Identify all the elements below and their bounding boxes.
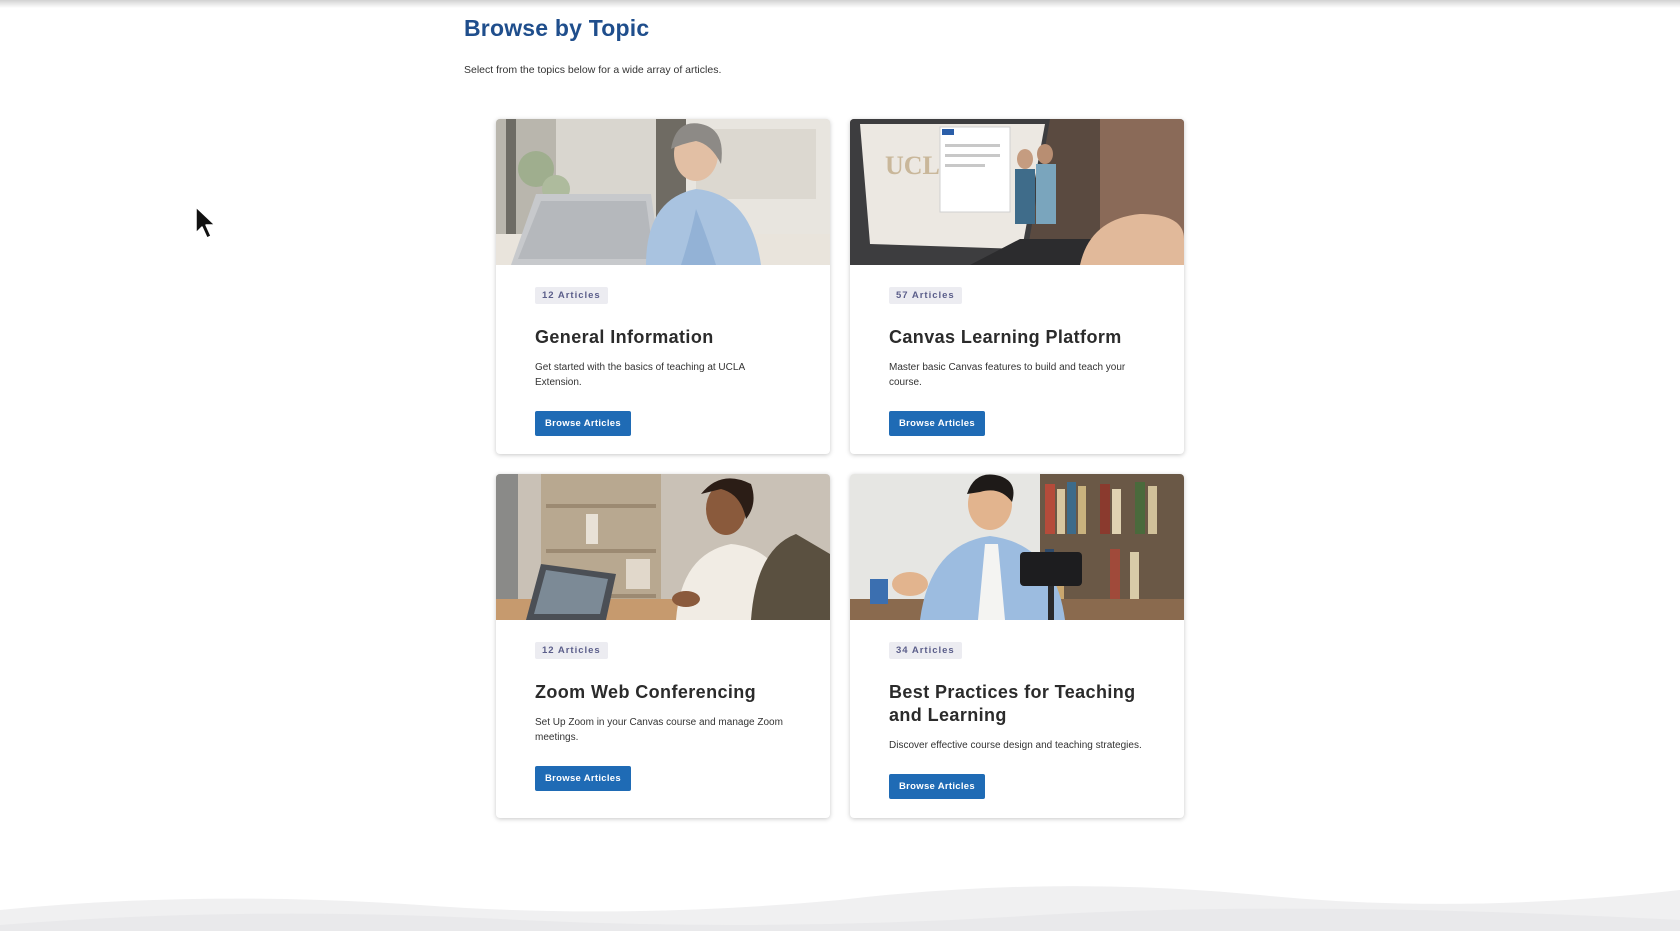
card-image-woman-laptop bbox=[496, 119, 830, 265]
topic-card-best-practices[interactable]: 34 Articles Best Practices for Teaching … bbox=[850, 474, 1184, 818]
card-description: Master basic Canvas features to build an… bbox=[889, 362, 1126, 388]
card-description: Discover effective course design and tea… bbox=[889, 740, 1142, 751]
card-image-woman-headset bbox=[496, 474, 830, 620]
card-title[interactable]: Canvas Learning Platform bbox=[889, 326, 1145, 349]
topic-card-general-information[interactable]: 12 Articles General Information Get star… bbox=[496, 119, 830, 454]
mouse-cursor-icon bbox=[195, 206, 216, 239]
card-title[interactable]: General Information bbox=[535, 326, 791, 349]
card-description: Set Up Zoom in your Canvas course and ma… bbox=[535, 717, 783, 743]
footer-waves bbox=[0, 886, 1680, 931]
browse-articles-button[interactable]: Browse Articles bbox=[535, 766, 631, 791]
topic-card-zoom-web-conferencing[interactable]: 12 Articles Zoom Web Conferencing Set Up… bbox=[496, 474, 830, 818]
browse-articles-button[interactable]: Browse Articles bbox=[889, 411, 985, 436]
page-title: Browse by Topic bbox=[464, 15, 650, 41]
card-title[interactable]: Best Practices for Teaching and Learning bbox=[889, 681, 1145, 727]
card-title[interactable]: Zoom Web Conferencing bbox=[535, 681, 791, 704]
topic-card-canvas-learning-platform[interactable]: UCLA 57 Articles Canvas Learning Platfor… bbox=[850, 119, 1184, 454]
article-count-badge: 12 Articles bbox=[535, 287, 608, 304]
article-count-badge: 57 Articles bbox=[889, 287, 962, 304]
article-count-badge: 34 Articles bbox=[889, 642, 962, 659]
article-count-badge: 12 Articles bbox=[535, 642, 608, 659]
card-image-man-teaching bbox=[850, 474, 1184, 620]
page-subtitle: Select from the topics below for a wide … bbox=[464, 64, 722, 76]
card-description: Get started with the basics of teaching … bbox=[535, 362, 745, 388]
browse-page: Browse by Topic Select from the topics b… bbox=[0, 0, 1680, 931]
browse-articles-button[interactable]: Browse Articles bbox=[535, 411, 631, 436]
browse-articles-button[interactable]: Browse Articles bbox=[889, 774, 985, 799]
card-image-laptop-ucla: UCLA bbox=[850, 119, 1184, 265]
